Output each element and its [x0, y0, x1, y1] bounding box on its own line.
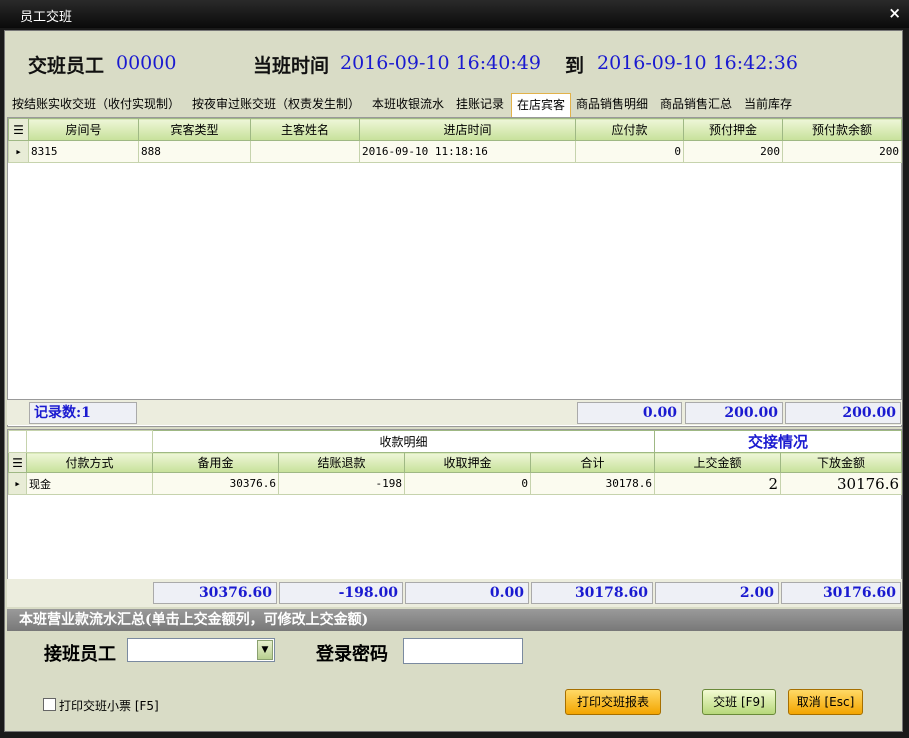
- tab-sales-detail[interactable]: 商品销售明细: [571, 93, 653, 117]
- tab-cashier-flow[interactable]: 本班收银流水: [367, 93, 449, 117]
- cell-handed-in[interactable]: 2: [654, 472, 782, 495]
- col-reserve-fund[interactable]: 备用金: [152, 452, 279, 473]
- list-menu-icon[interactable]: ☰: [8, 452, 27, 473]
- col-room-no[interactable]: 房间号: [28, 118, 139, 141]
- group-receive-detail: 收款明细: [151, 430, 656, 453]
- cell-prepay-balance[interactable]: 200: [782, 140, 902, 163]
- col-guest-type[interactable]: 宾客类型: [138, 118, 251, 141]
- cell-reserve-fund[interactable]: 30376.6: [152, 472, 279, 495]
- cell-guest-type[interactable]: 888: [138, 140, 251, 163]
- print-ticket-label[interactable]: 打印交班小票 [F5]: [59, 697, 159, 714]
- cell-deposit-received[interactable]: 0: [404, 472, 531, 495]
- guests-footer: 记录数:1 0.00 200.00 200.00: [7, 399, 902, 425]
- row-pointer-icon: ▸: [8, 472, 27, 495]
- col-main-guest-name[interactable]: 主客姓名: [250, 118, 360, 141]
- table-row[interactable]: ▸ 现金 30376.6 -198 0 30178.6 2 30176.6: [8, 472, 903, 495]
- cell-handed-down[interactable]: 30176.6: [780, 472, 903, 495]
- password-label: 登录密码: [316, 644, 388, 665]
- window-title: 员工交班: [20, 10, 73, 25]
- record-count: 记录数:1: [29, 402, 137, 424]
- col-handed-in[interactable]: 上交金额: [654, 452, 782, 473]
- print-report-button[interactable]: 打印交班报表: [565, 689, 661, 715]
- tab-stock[interactable]: 当前库存: [739, 93, 797, 117]
- cell-payment-method[interactable]: 现金: [26, 472, 153, 495]
- receiver-label: 接班员工: [44, 644, 116, 665]
- cell-deposit[interactable]: 200: [683, 140, 783, 163]
- tab-accrual-basis[interactable]: 按夜审过账交班（权责发生制）: [187, 93, 365, 117]
- cell-main-guest-name[interactable]: [250, 140, 360, 163]
- tab-sales-summary[interactable]: 商品销售汇总: [655, 93, 737, 117]
- guests-header-row: ☰ 房间号 宾客类型 主客姓名 进店时间 应付款 预付押金 预付款余额: [8, 118, 902, 141]
- col-subtotal[interactable]: 合计: [529, 452, 656, 473]
- guests-grid-panel: ☰ 房间号 宾客类型 主客姓名 进店时间 应付款 预付押金 预付款余额 ▸ 83…: [7, 117, 902, 427]
- total-checkout-refund: -198.00: [279, 582, 403, 604]
- summary-bar: 本班营业款流水汇总(单击上交金额列，可修改上交金额): [7, 609, 902, 631]
- cell-checkin-time[interactable]: 2016-09-10 11:18:16: [359, 140, 576, 163]
- total-prepay-balance: 200.00: [785, 402, 901, 424]
- handover-button[interactable]: 交班 [F9]: [702, 689, 776, 715]
- payments-footer: 30376.60 -198.00 0.00 30178.60 2.00 3017…: [7, 579, 902, 607]
- print-ticket-checkbox[interactable]: [43, 698, 56, 711]
- col-checkin-time[interactable]: 进店时间: [359, 118, 576, 141]
- total-reserve-fund: 30376.60: [153, 582, 277, 604]
- payments-table: 收款明细 交接情况 ☰ 付款方式 备用金 结账退款 收取押金 合计 上交金额 下…: [8, 430, 903, 495]
- table-row[interactable]: ▸ 8315 888 2016-09-10 11:18:16 0 200 200: [8, 140, 902, 163]
- shift-header: 交班员工 00000 当班时间 2016-09-10 16:40:49 到 20…: [5, 31, 902, 95]
- password-field[interactable]: [403, 638, 523, 664]
- col-prepay-balance[interactable]: 预付款余额: [782, 118, 902, 141]
- cell-room-no[interactable]: 8315: [28, 140, 139, 163]
- row-pointer-icon: ▸: [8, 140, 29, 163]
- chevron-down-icon[interactable]: ▼: [257, 640, 273, 660]
- shift-time-label: 当班时间: [253, 55, 330, 77]
- total-deposit: 200.00: [685, 402, 783, 424]
- receiver-select[interactable]: ▼: [127, 638, 275, 662]
- tab-credit-records[interactable]: 挂账记录: [451, 93, 509, 117]
- col-payment-method[interactable]: 付款方式: [26, 452, 153, 473]
- cell-amount-due[interactable]: 0: [575, 140, 684, 163]
- col-deposit[interactable]: 预付押金: [683, 118, 783, 141]
- total-subtotal: 30178.60: [531, 582, 653, 604]
- cancel-button[interactable]: 取消 [Esc]: [788, 689, 863, 715]
- list-menu-icon[interactable]: ☰: [8, 118, 29, 141]
- window-titlebar: 员工交班 ×: [0, 0, 909, 28]
- cell-subtotal[interactable]: 30178.6: [529, 472, 656, 495]
- col-checkout-refund[interactable]: 结账退款: [278, 452, 405, 473]
- tab-in-house-guests[interactable]: 在店宾客: [511, 93, 572, 117]
- group-handover-status: 交接情况: [654, 430, 903, 453]
- total-amount-due: 0.00: [577, 402, 682, 424]
- tab-cash-basis[interactable]: 按结账实收交班（收付实现制）: [7, 93, 185, 117]
- total-deposit-received: 0.00: [405, 582, 529, 604]
- guests-table: ☰ 房间号 宾客类型 主客姓名 进店时间 应付款 预付押金 预付款余额 ▸ 83…: [8, 118, 902, 163]
- shift-end-time: 2016-09-10 16:42:36: [597, 52, 798, 74]
- tab-bar: 按结账实收交班（收付实现制） 按夜审过账交班（权责发生制） 本班收银流水 挂账记…: [7, 93, 902, 117]
- col-deposit-received[interactable]: 收取押金: [404, 452, 531, 473]
- payments-header-row: ☰ 付款方式 备用金 结账退款 收取押金 合计 上交金额 下放金额: [8, 452, 903, 473]
- employee-value: 00000: [116, 52, 177, 74]
- close-icon[interactable]: ×: [888, 4, 901, 22]
- col-amount-due[interactable]: 应付款: [575, 118, 684, 141]
- total-handed-in: 2.00: [655, 582, 779, 604]
- payments-group-row: 收款明细 交接情况: [8, 430, 903, 453]
- to-label: 到: [565, 55, 585, 77]
- shift-start-time: 2016-09-10 16:40:49: [340, 52, 541, 74]
- cell-checkout-refund[interactable]: -198: [278, 472, 405, 495]
- col-handed-down[interactable]: 下放金额: [780, 452, 903, 473]
- employee-label: 交班员工: [28, 55, 105, 77]
- handover-dialog: 交班员工 00000 当班时间 2016-09-10 16:40:49 到 20…: [4, 30, 903, 732]
- total-handed-down: 30176.60: [781, 582, 901, 604]
